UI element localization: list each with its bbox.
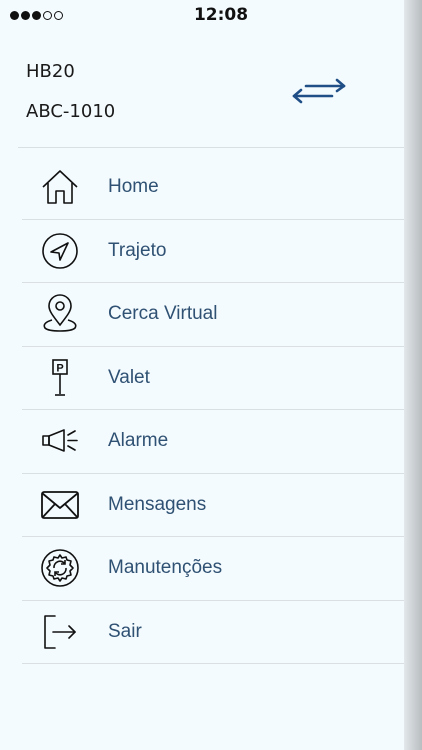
menu-item-manutencoes[interactable]: Manutenções [22, 537, 404, 601]
envelope-icon [40, 485, 80, 525]
menu-item-trajeto[interactable]: Trajeto [22, 220, 404, 283]
status-time: 12:08 [193, 5, 249, 25]
menu-item-label: Mensagens [108, 493, 207, 515]
vehicle-plate: ABC-1010 [26, 101, 116, 122]
menu-item-label: Home [108, 176, 159, 198]
navigation-arrow-icon [40, 231, 80, 271]
gear-icon [40, 548, 80, 588]
menu-item-cerca-virtual[interactable]: Cerca Virtual [22, 283, 404, 347]
home-icon [40, 167, 80, 207]
menu-item-valet[interactable]: P Valet [22, 347, 404, 410]
map-pin-icon [40, 294, 80, 334]
menu-item-sair[interactable]: Sair [22, 601, 404, 664]
vehicle-header: HB20 ABC-1010 [0, 44, 404, 148]
parking-sign-icon: P [40, 358, 80, 398]
header-divider [18, 147, 404, 148]
menu-item-label: Trajeto [108, 239, 167, 261]
logout-icon [40, 612, 80, 652]
menu-item-alarme[interactable]: Alarme [22, 410, 404, 474]
menu-item-label: Manutenções [108, 557, 223, 579]
megaphone-icon [40, 421, 80, 461]
vehicle-model: HB20 [26, 61, 75, 82]
menu-item-label: Sair [108, 620, 142, 642]
menu-item-label: Cerca Virtual [108, 303, 218, 325]
side-menu-screen: 12:08 HB20 ABC-1010 Home Trajeto Cerca V… [0, 0, 422, 750]
swap-vehicle-icon[interactable] [290, 78, 348, 104]
menu-item-mensagens[interactable]: Mensagens [22, 474, 404, 537]
status-bar: 12:08 [0, 0, 404, 30]
menu-item-home[interactable]: Home [22, 156, 404, 220]
drawer-edge-shadow [404, 0, 422, 750]
menu-item-label: Valet [108, 366, 150, 388]
menu-item-label: Alarme [108, 430, 169, 452]
svg-text:P: P [56, 362, 63, 374]
main-menu: Home Trajeto Cerca Virtual P Valet Alarm… [0, 156, 404, 664]
